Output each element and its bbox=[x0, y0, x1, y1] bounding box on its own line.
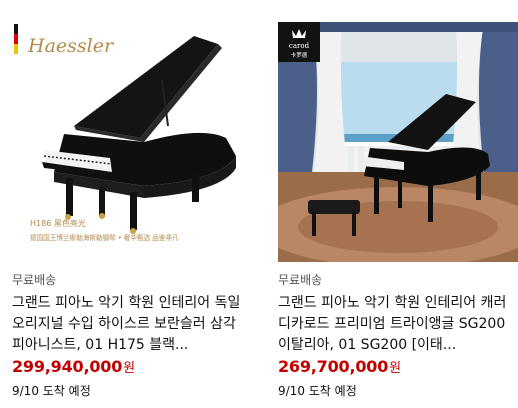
svg-text:carod: carod bbox=[289, 42, 310, 50]
free-shipping-label: 무료배송 bbox=[12, 273, 57, 287]
price-value: 299,940,000 bbox=[12, 357, 123, 376]
product-price: 269,700,000원 bbox=[278, 357, 401, 376]
product-title[interactable]: 그랜드 피아노 악기 학원 인테리어 독일 오리지널 수입 하이스르 보란슬러 … bbox=[12, 293, 252, 356]
delivery-estimate: 9/10 도착 예정 bbox=[12, 384, 91, 398]
product-title[interactable]: 그랜드 피아노 악기 학원 인테리어 캐러디카로드 프리미엄 트라이앵글 SG2… bbox=[278, 293, 518, 356]
currency-unit: 원 bbox=[389, 361, 401, 376]
svg-text:卡罗德: 卡罗德 bbox=[291, 51, 308, 59]
free-shipping-label: 무료배송 bbox=[278, 273, 323, 287]
product-card[interactable]: carod 卡罗德 무료배송 그랜드 피아노 악기 학원 인테리어 캐러디카로드… bbox=[278, 0, 518, 408]
slogan-caption: 德国国王博兰斯勒海斯勒钢琴 • 奢华甄选 品鉴非凡 bbox=[30, 233, 179, 242]
brand-logo: Haessler bbox=[27, 35, 115, 57]
product-image[interactable]: carod 卡罗德 bbox=[278, 22, 518, 262]
price-value: 269,700,000 bbox=[278, 357, 389, 376]
brand-logo: carod 卡罗德 bbox=[278, 22, 320, 62]
product-price: 299,940,000원 bbox=[12, 357, 135, 376]
german-flag-icon bbox=[14, 24, 18, 54]
product-card[interactable]: Haessler H186 黑色亮光 德国国王博兰斯勒海斯勒钢琴 • 奢华甄选 … bbox=[12, 0, 252, 408]
currency-unit: 원 bbox=[123, 361, 135, 376]
product-image[interactable]: Haessler H186 黑色亮光 德国国王博兰斯勒海斯勒钢琴 • 奢华甄选 … bbox=[12, 22, 252, 262]
model-caption: H186 黑色亮光 bbox=[30, 218, 86, 228]
delivery-estimate: 9/10 도착 예정 bbox=[278, 384, 357, 398]
